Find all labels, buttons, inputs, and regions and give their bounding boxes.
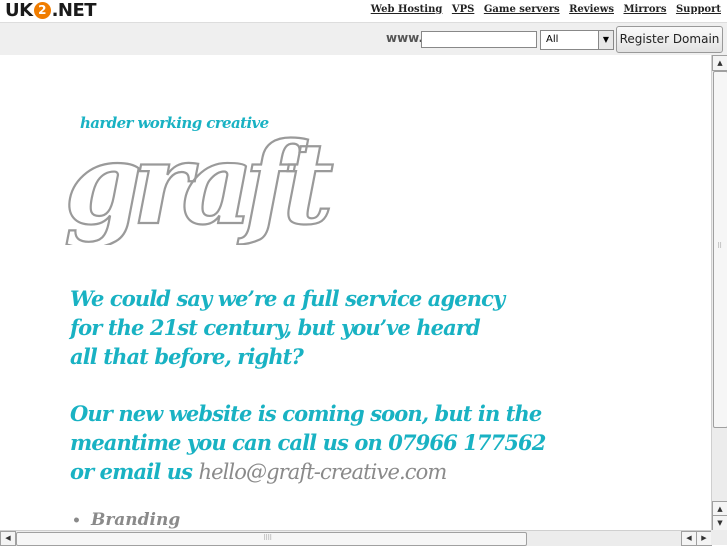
coming-line: or email us [70,459,199,484]
scroll-left-button[interactable]: ◀ [681,531,697,546]
tagline: harder working creative [80,114,269,132]
nav-reviews[interactable]: Reviews [569,4,614,15]
services-list: • Branding [72,510,180,530]
grip-icon: ⠿ [717,242,722,250]
intro-line: all that before, right? [70,344,304,369]
nav-web-hosting[interactable]: Web Hosting [371,4,443,15]
intro-line: for the 21st century, but you’ve heard [70,315,481,340]
intro-line: We could say we’re a full service agency [70,286,505,311]
bullet-icon: • [72,513,81,529]
nav-support[interactable]: Support [676,4,721,15]
nav-mirrors[interactable]: Mirrors [623,4,666,15]
tld-select-value: All [546,34,559,45]
scroll-left-button[interactable]: ◀ [0,531,16,546]
service-label: Branding [90,510,181,530]
nav-vps[interactable]: VPS [452,4,475,15]
graft-logo-word: graft [64,119,333,245]
coming-line: meantime you can call us on 07966 177562 [70,430,546,455]
scroll-right-button[interactable]: ▶ [696,531,712,546]
list-item: • Branding [72,510,180,530]
tld-select[interactable]: All ▼ [540,30,614,50]
coming-line: Our new website is coming soon, but in t… [70,401,542,426]
vertical-scrollbar[interactable]: ▲ ⠿ ▲ ▼ [711,55,727,531]
email-link[interactable]: hello@graft-creative.com [198,460,447,484]
logo-badge: 2 [33,2,51,19]
grip-icon: ⠿⠿ [263,534,272,542]
horizontal-scrollbar[interactable]: ◀ ⠿⠿ ◀ ▶ [0,530,712,546]
intro-text: We could say we’re a full service agency… [70,284,570,371]
scroll-up-button[interactable]: ▲ [712,55,727,71]
top-bar: UK 2 .NET Web Hosting VPS Game servers Rev… [0,0,727,22]
nav-game-servers[interactable]: Game servers [484,4,560,15]
chevron-down-icon[interactable]: ▼ [598,31,613,49]
page-content: graft harder working creative We could s… [0,55,711,531]
domain-search-bar: www. All ▼ Register Domain [0,22,727,56]
logo-text-left: UK [5,0,33,21]
vertical-scroll-thumb[interactable]: ⠿ [713,71,727,428]
scroll-down-button[interactable]: ▼ [712,515,727,531]
domain-input[interactable] [421,31,537,48]
top-nav: Web Hosting VPS Game servers Reviews Mir… [365,4,721,15]
coming-soon-text: Our new website is coming soon, but in t… [70,399,610,487]
scrollbar-corner [711,530,727,545]
horizontal-scroll-thumb[interactable]: ⠿⠿ [16,532,527,546]
uk2-logo[interactable]: UK 2 .NET [5,0,97,21]
www-prefix: www. [386,31,424,45]
logo-text-right: .NET [51,0,97,21]
register-domain-button[interactable]: Register Domain [616,26,723,53]
